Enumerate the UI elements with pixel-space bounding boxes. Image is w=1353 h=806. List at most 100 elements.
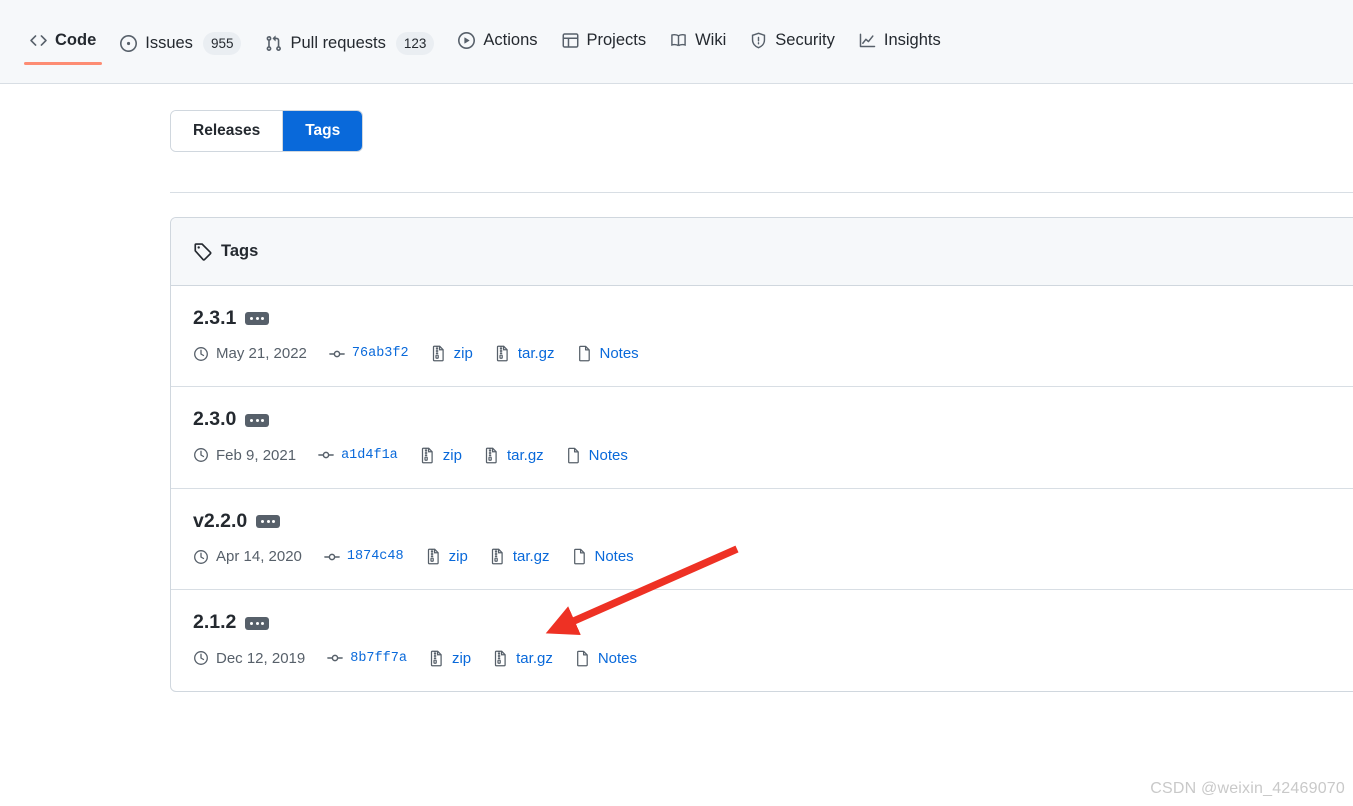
- tag-date: Feb 9, 2021: [193, 447, 296, 464]
- tag-targz-download[interactable]: tar.gz: [495, 345, 555, 362]
- tag-name-line: 2.3.1: [193, 307, 1353, 329]
- tag-date-label: Apr 14, 2020: [216, 548, 302, 566]
- git-pull-request-icon: [265, 35, 282, 52]
- nav-item-pull-requests[interactable]: Pull requests 123: [257, 32, 442, 71]
- content-divider: [170, 192, 1353, 193]
- tags-box-title: Tags: [221, 242, 259, 260]
- tag-commit-hash[interactable]: 8b7ff7a: [350, 651, 407, 666]
- tag-notes-label[interactable]: Notes: [595, 548, 634, 565]
- tags-button[interactable]: Tags: [283, 111, 363, 152]
- tags-box-header: Tags: [171, 218, 1353, 286]
- tag-commit-hash[interactable]: a1d4f1a: [341, 448, 398, 463]
- main-content: Releases Tags Tags 2.3.1 May 21, 2022 76…: [170, 110, 1353, 692]
- tag-zip-label[interactable]: zip: [452, 650, 471, 667]
- tag-notes-label[interactable]: Notes: [598, 650, 637, 667]
- tag-zip-download[interactable]: zip: [420, 447, 462, 464]
- tag-zip-label[interactable]: zip: [454, 345, 473, 362]
- table-icon: [562, 32, 579, 49]
- tag-commit-hash[interactable]: 76ab3f2: [352, 346, 409, 361]
- tag-date-label: Dec 12, 2019: [216, 649, 306, 667]
- file-zip-icon: [484, 447, 500, 464]
- file-zip-icon: [429, 650, 445, 667]
- nav-item-label: Security: [775, 31, 835, 50]
- table-row: 2.1.2 Dec 12, 2019 8b7ff7a zip tar.gz No…: [171, 590, 1353, 690]
- tag-name-line: v2.2.0: [193, 510, 1353, 532]
- tag-notes-link[interactable]: Notes: [572, 548, 634, 565]
- tag-notes-label[interactable]: Notes: [600, 345, 639, 362]
- tag-meta: Dec 12, 2019 8b7ff7a zip tar.gz Notes: [193, 650, 1353, 667]
- tag-date: May 21, 2022: [193, 345, 307, 362]
- nav-item-issues[interactable]: Issues 955: [112, 32, 249, 71]
- nav-item-label: Code: [55, 31, 97, 50]
- tag-name-line: 2.3.0: [193, 408, 1353, 430]
- tag-targz-label[interactable]: tar.gz: [518, 345, 555, 362]
- nav-item-actions[interactable]: Actions: [450, 32, 545, 65]
- nav-item-security[interactable]: Security: [742, 32, 843, 65]
- nav-item-label: Pull requests: [290, 34, 386, 53]
- tag-targz-label[interactable]: tar.gz: [513, 548, 550, 565]
- tag-meta: Apr 14, 2020 1874c48 zip tar.gz Notes: [193, 548, 1353, 565]
- tag-notes-link[interactable]: Notes: [577, 345, 639, 362]
- clock-icon: [193, 650, 209, 666]
- tag-date: Apr 14, 2020: [193, 548, 302, 565]
- tag-commit[interactable]: 8b7ff7a: [327, 650, 407, 666]
- file-zip-icon: [490, 548, 506, 565]
- nav-item-label: Projects: [586, 31, 647, 50]
- book-icon: [670, 32, 687, 49]
- tag-targz-download[interactable]: tar.gz: [490, 548, 550, 565]
- tag-date: Dec 12, 2019: [193, 650, 305, 667]
- tag-zip-download[interactable]: zip: [426, 548, 468, 565]
- code-icon: [30, 32, 47, 49]
- table-row: 2.3.0 Feb 9, 2021 a1d4f1a zip tar.gz Not…: [171, 387, 1353, 489]
- tag-name-line: 2.1.2: [193, 611, 1353, 633]
- tag-zip-download[interactable]: zip: [429, 650, 471, 667]
- tag-commit[interactable]: a1d4f1a: [318, 447, 398, 463]
- ellipsis-badge[interactable]: [245, 616, 270, 630]
- tag-zip-label[interactable]: zip: [449, 548, 468, 565]
- tag-targz-download[interactable]: tar.gz: [493, 650, 553, 667]
- play-icon: [458, 32, 476, 49]
- nav-item-label: Wiki: [695, 31, 727, 50]
- tag-commit[interactable]: 76ab3f2: [329, 346, 409, 362]
- file-zip-icon: [420, 447, 436, 464]
- tag-targz-label[interactable]: tar.gz: [516, 650, 553, 667]
- tag-name[interactable]: 2.1.2: [193, 611, 236, 633]
- file-zip-icon: [431, 345, 447, 362]
- git-commit-icon: [324, 549, 340, 565]
- tag-zip-download[interactable]: zip: [431, 345, 473, 362]
- table-row: 2.3.1 May 21, 2022 76ab3f2 zip tar.gz No…: [171, 286, 1353, 388]
- tag-notes-link[interactable]: Notes: [575, 650, 637, 667]
- clock-icon: [193, 346, 209, 362]
- tag-notes-label[interactable]: Notes: [589, 447, 628, 464]
- file-icon: [572, 548, 588, 565]
- nav-item-code[interactable]: Code: [22, 32, 104, 65]
- tag-commit-hash[interactable]: 1874c48: [347, 549, 404, 564]
- git-commit-icon: [327, 650, 344, 666]
- tag-commit[interactable]: 1874c48: [324, 549, 404, 565]
- tag-date-label: Feb 9, 2021: [216, 446, 297, 464]
- tag-targz-download[interactable]: tar.gz: [484, 447, 544, 464]
- tag-targz-label[interactable]: tar.gz: [507, 447, 544, 464]
- git-commit-icon: [329, 346, 345, 362]
- tag-name[interactable]: v2.2.0: [193, 510, 247, 532]
- nav-item-wiki[interactable]: Wiki: [662, 32, 734, 65]
- tag-zip-label[interactable]: zip: [443, 447, 462, 464]
- releases-button[interactable]: Releases: [171, 111, 283, 152]
- nav-item-projects[interactable]: Projects: [554, 32, 655, 65]
- nav-item-insights[interactable]: Insights: [851, 32, 949, 65]
- ellipsis-badge[interactable]: [245, 312, 270, 326]
- file-icon: [575, 650, 591, 667]
- clock-icon: [193, 447, 209, 463]
- nav-item-label: Issues: [145, 34, 193, 53]
- pull-requests-count: 123: [395, 32, 435, 55]
- ellipsis-badge[interactable]: [256, 515, 281, 529]
- tag-name[interactable]: 2.3.0: [193, 408, 236, 430]
- file-icon: [566, 447, 582, 464]
- ellipsis-badge[interactable]: [245, 413, 270, 427]
- tag-notes-link[interactable]: Notes: [566, 447, 628, 464]
- tag-name[interactable]: 2.3.1: [193, 307, 236, 329]
- file-zip-icon: [493, 650, 509, 667]
- tag-date-label: May 21, 2022: [216, 345, 307, 363]
- tag-icon: [193, 242, 212, 261]
- releases-tags-toggle: Releases Tags: [170, 110, 364, 153]
